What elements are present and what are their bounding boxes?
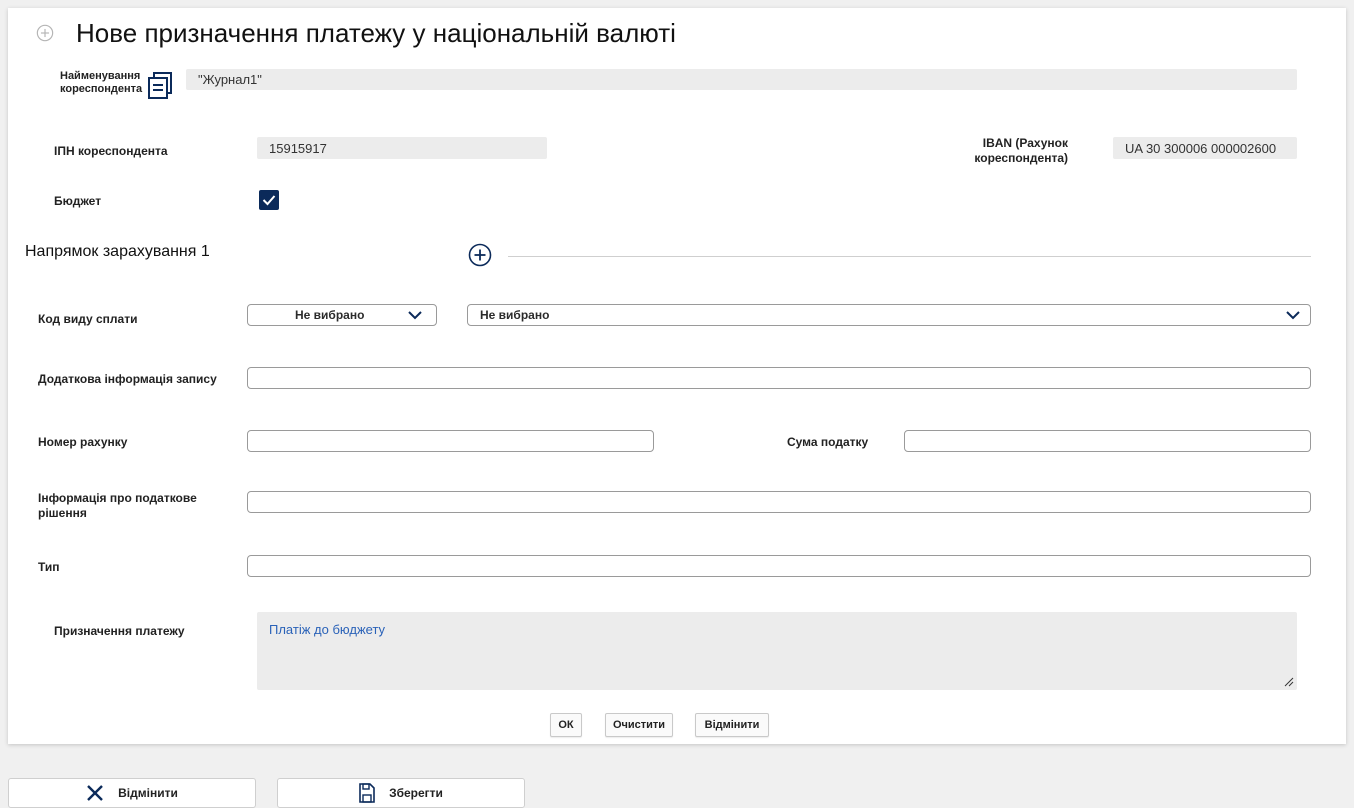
budget-label: Бюджет [54,194,102,208]
correspondent-name-label-line1: Найменування [60,70,141,82]
purpose-label: Призначення платежу [54,624,185,638]
dialog-title: Нове призначення платежу у національній … [76,18,676,48]
correspondent-name-label: Найменування кореспондента [60,70,142,96]
payment-type-label: Код виду сплати [38,312,138,326]
additional-info-input[interactable] [247,367,1311,389]
resize-handle-icon[interactable] [1284,677,1294,687]
footer-save-label: Зберегти [389,786,443,800]
checkmark-icon [262,195,276,206]
tax-decision-label-line2: рішення [38,506,87,520]
iban-label-line1: IBAN (Рахунок [982,136,1068,150]
correspondent-name-label-line2: кореспондента [60,83,143,95]
chevron-down-icon [408,311,422,320]
save-icon [359,783,375,803]
purpose-textarea[interactable]: Платіж до бюджету [257,612,1297,690]
iban-label: IBAN (Рахунок кореспондента) [952,136,1068,166]
clear-button[interactable]: Очистити [605,713,673,737]
tax-decision-input[interactable] [247,491,1311,513]
additional-info-label: Додаткова інформація запису [38,372,217,386]
section-divider [508,256,1311,257]
payment-purpose-dialog: Нове призначення платежу у національній … [8,8,1346,744]
tax-decision-label-line1: Інформація про податкове [38,491,197,505]
account-number-label: Номер рахунку [38,435,128,449]
list-icon[interactable] [146,70,174,100]
iban-label-line2: кореспондента) [974,151,1068,165]
tax-amount-input[interactable] [904,430,1311,452]
payment-type-select-name[interactable]: Не вибрано [467,304,1311,326]
tax-decision-label: Інформація про податкове рішення [38,491,197,521]
ipn-field: 15915917 [257,137,547,159]
payment-type-select-name-value: Не вибрано [480,308,550,322]
type-input[interactable] [247,555,1311,577]
direction-title: Напрямок зарахування 1 [25,243,210,260]
budget-checkbox[interactable] [259,190,279,210]
plus-circle-icon [36,24,54,42]
tax-amount-label: Сума податку [787,435,869,449]
plus-circle-icon[interactable] [468,243,492,267]
footer-cancel-label: Відмінити [118,786,178,800]
dialog-cancel-button[interactable]: Відмінити [695,713,769,737]
close-icon [87,785,103,801]
footer-cancel-button[interactable]: Відмінити [8,778,256,808]
payment-type-select-code[interactable]: Не вибрано [247,304,437,326]
type-label: Тип [38,560,60,574]
ipn-label: ІПН кореспондента [54,144,168,158]
chevron-down-icon [1286,311,1300,320]
iban-field: UA 30 300006 000002600 [1113,137,1297,159]
footer-save-button[interactable]: Зберегти [277,778,525,808]
ok-button[interactable]: ОК [550,713,582,737]
account-number-input[interactable] [247,430,654,452]
correspondent-name-field: "Журнал1" [186,69,1297,90]
payment-type-select-code-value: Не вибрано [295,308,365,322]
